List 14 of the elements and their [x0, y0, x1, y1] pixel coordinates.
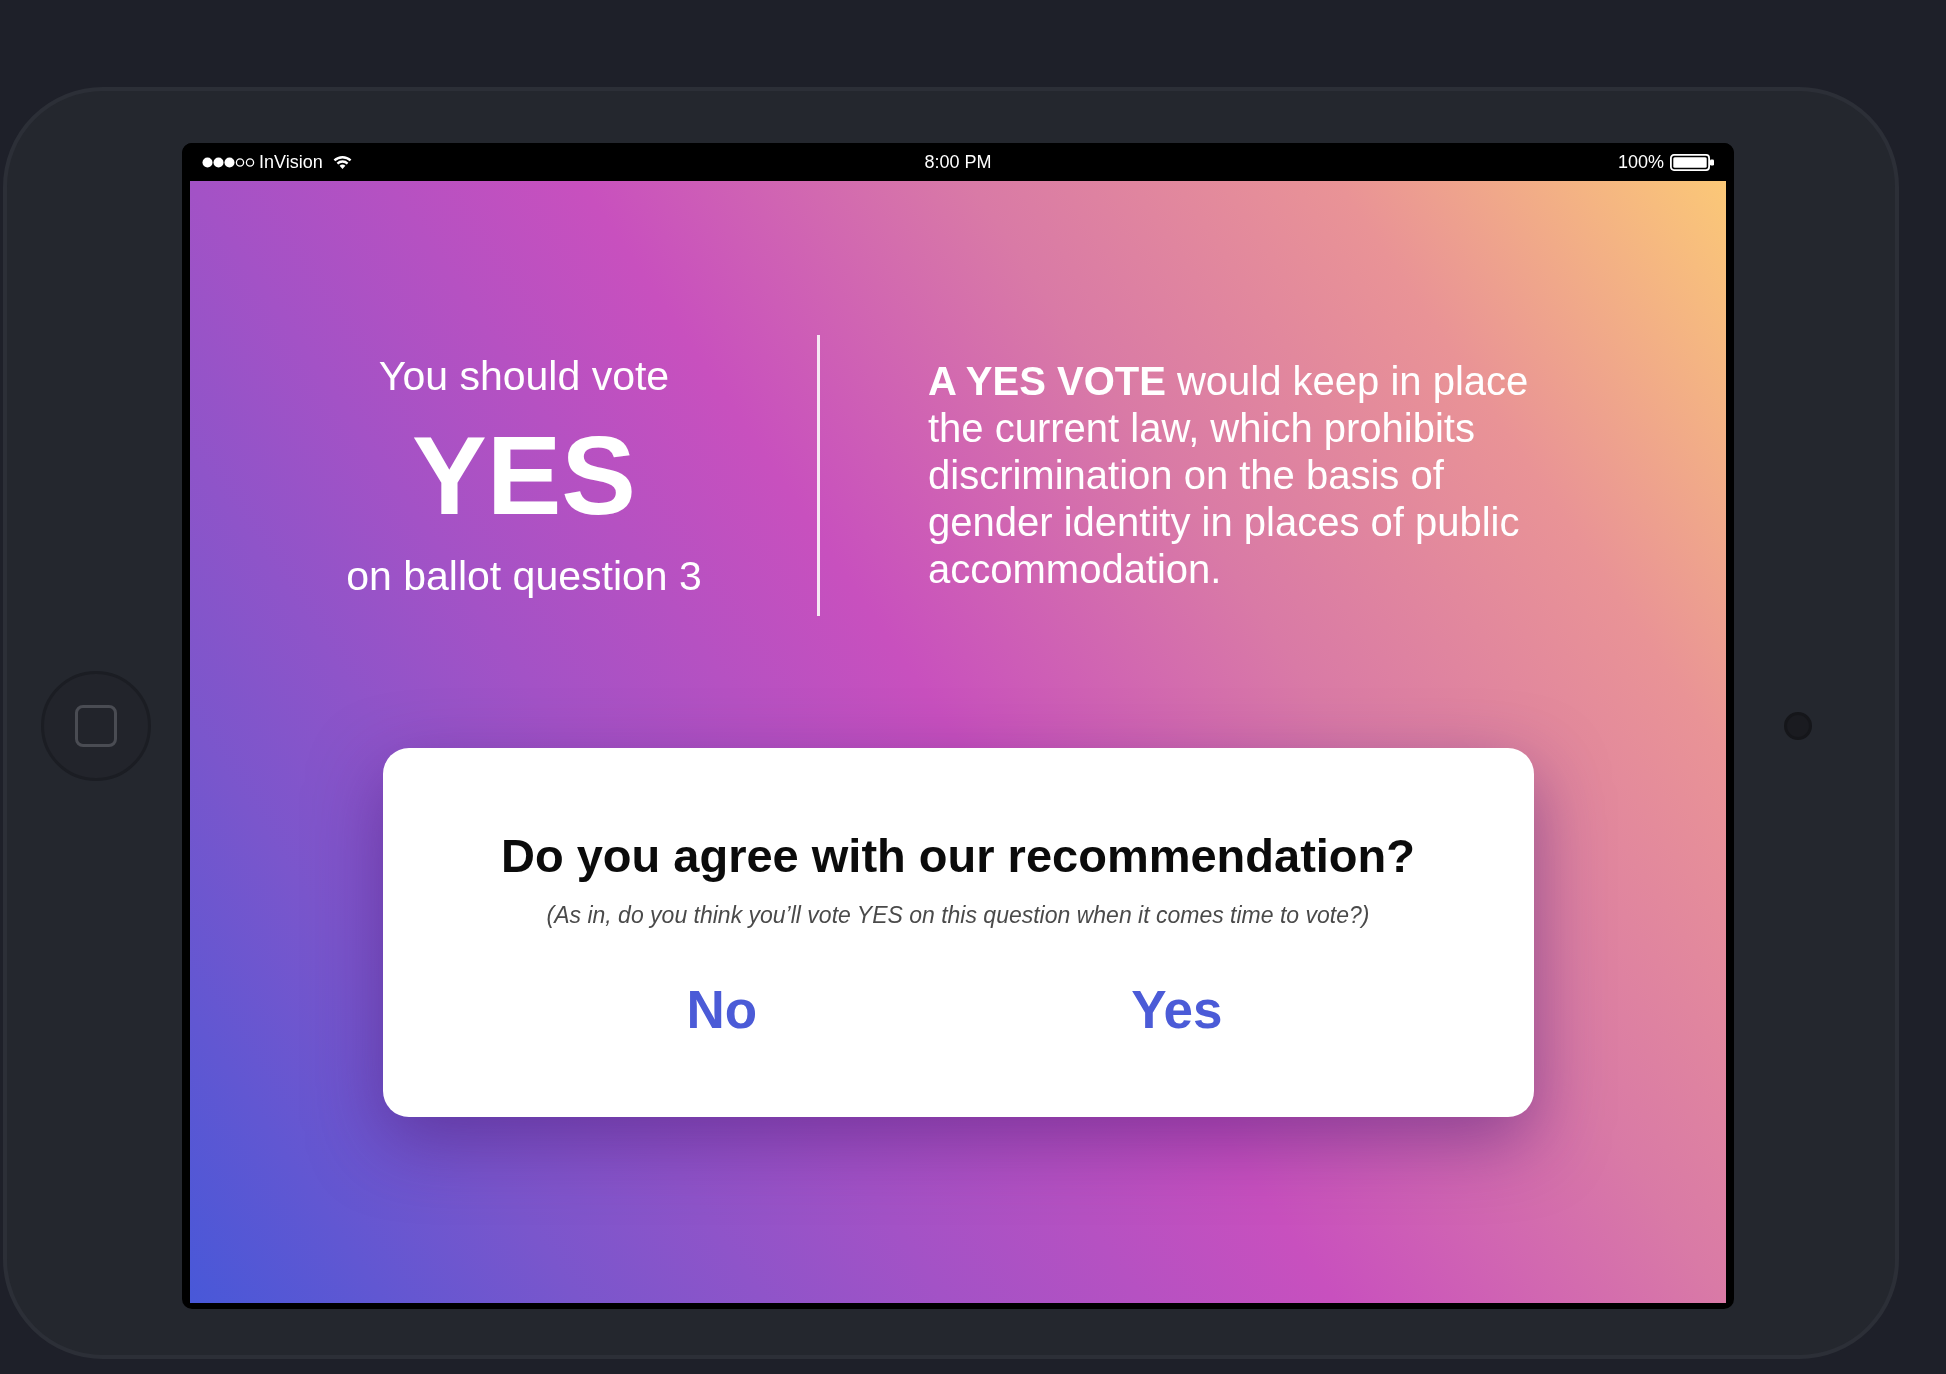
- signal-strength-icon: [202, 156, 255, 168]
- status-time: 8:00 PM: [924, 151, 992, 173]
- wifi-icon: [332, 155, 352, 169]
- explanation-text: A YES VOTE would keep in place the current law, which prohibits discrimination on the basis of gender identity in places of public accommodation.: [928, 358, 1530, 593]
- battery-icon: [1670, 153, 1714, 171]
- dialog-subtitle: (As in, do you think you’ll vote YES on this question when it comes time to vote?): [546, 901, 1370, 930]
- battery-percentage: 100%: [1617, 151, 1664, 173]
- dialog-title: Do you agree with our recommendation?: [501, 828, 1415, 884]
- vote-heading: YES: [411, 419, 637, 532]
- carrier-name: InVision: [259, 151, 323, 173]
- intro-text: You should vote: [378, 351, 670, 401]
- answer-button[interactable]: No: [662, 978, 782, 1042]
- answer-button[interactable]: Yes: [1107, 978, 1247, 1042]
- ballot-question-text: on ballot question 3: [346, 551, 702, 601]
